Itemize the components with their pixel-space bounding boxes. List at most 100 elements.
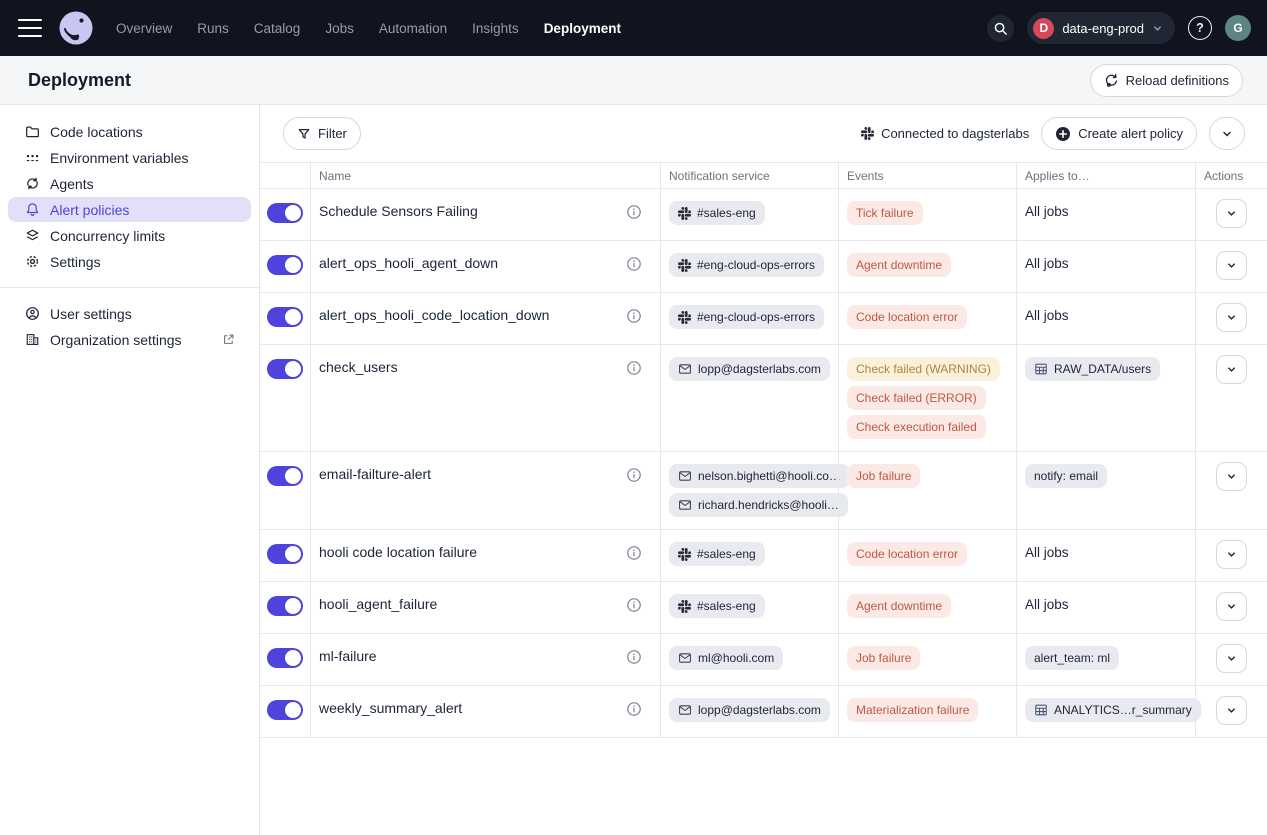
layers-icon [24,228,40,243]
external-link-icon [222,333,235,346]
chevron-down-icon [1221,128,1233,140]
row-actions-button[interactable] [1216,303,1247,332]
nav-item-runs[interactable]: Runs [197,21,229,36]
sidebar-item-user-settings[interactable]: User settings [8,301,251,326]
nav-item-overview[interactable]: Overview [116,21,172,36]
row-actions-button[interactable] [1216,592,1247,621]
nav-item-catalog[interactable]: Catalog [254,21,301,36]
email-icon [678,703,692,717]
row-actions-button[interactable] [1216,644,1247,673]
sidebar-item-organization-settings[interactable]: Organization settings [8,327,251,352]
alert-policies-table: Name Notification service Events Applies… [260,162,1267,738]
asset-chip: RAW_DATA/users [1025,357,1160,381]
folder-icon [24,124,40,139]
alert-enabled-toggle[interactable] [267,596,303,616]
alert-enabled-toggle[interactable] [267,359,303,379]
nav-item-deployment[interactable]: Deployment [544,21,621,36]
sidebar-item-environment-variables[interactable]: Environment variables [8,145,251,170]
user-icon [24,306,40,321]
applies-to-value: All jobs [1025,253,1069,271]
sidebar-item-label: Settings [50,254,101,270]
row-actions-button[interactable] [1216,696,1247,725]
alert-enabled-toggle[interactable] [267,203,303,223]
info-icon[interactable] [626,256,642,272]
search-icon [993,21,1008,36]
alert-policy-name: Schedule Sensors Failing [319,203,478,219]
alert-policy-name: hooli code location failure [319,544,477,560]
alert-enabled-toggle[interactable] [267,544,303,564]
notification-chip: lopp@dagsterlabs.com [669,357,830,381]
building-icon [24,332,40,347]
col-events: Events [838,163,1016,188]
alert-enabled-toggle[interactable] [267,466,303,486]
info-icon[interactable] [626,204,642,220]
alert-enabled-toggle[interactable] [267,307,303,327]
dagster-logo-icon[interactable] [58,10,94,46]
slack-icon [678,311,691,324]
create-alert-policy-button[interactable]: Create alert policy [1041,117,1197,150]
applies-to-value: All jobs [1025,594,1069,612]
sidebar-item-concurrency-limits[interactable]: Concurrency limits [8,223,251,248]
nav-item-jobs[interactable]: Jobs [325,21,354,36]
slack-icon [678,207,691,220]
event-chip: Tick failure [847,201,923,225]
agents-icon [24,176,40,191]
sidebar-item-alert-policies[interactable]: Alert policies [8,197,251,222]
alert-policy-name: ml-failure [319,648,377,664]
hamburger-menu-icon[interactable] [18,19,42,37]
plus-icon [1055,126,1071,142]
row-actions-button[interactable] [1216,355,1247,384]
org-badge: D [1033,18,1054,39]
info-icon[interactable] [626,360,642,376]
asset-chip: ANALYTICS…r_summary [1025,698,1201,722]
alert-enabled-toggle[interactable] [267,255,303,275]
top-nav: Overview Runs Catalog Jobs Automation Insight… [0,0,1267,56]
table-row: Schedule Sensors Failing #sales-eng Tick f… [260,189,1267,241]
info-icon[interactable] [626,701,642,717]
sidebar-item-settings[interactable]: Settings [8,249,251,274]
slack-icon [861,127,874,140]
nav-item-automation[interactable]: Automation [379,21,447,36]
notification-chip: lopp@dagsterlabs.com [669,698,830,722]
info-icon[interactable] [626,597,642,613]
table-row: weekly_summary_alert lopp@dagsterlabs.com… [260,686,1267,738]
notification-chip: #sales-eng [669,594,765,618]
filter-button[interactable]: Filter [283,117,361,150]
reload-definitions-button[interactable]: Reload definitions [1090,64,1243,97]
sidebar-item-agents[interactable]: Agents [8,171,251,196]
search-button[interactable] [987,15,1014,42]
notification-chip: #eng-cloud-ops-errors [669,305,824,329]
sidebar-divider [0,287,259,288]
email-icon [678,651,692,665]
info-icon[interactable] [626,545,642,561]
notification-chip: #sales-eng [669,201,765,225]
sidebar-item-code-locations[interactable]: Code locations [8,119,251,144]
info-icon[interactable] [626,649,642,665]
alert-enabled-toggle[interactable] [267,648,303,668]
email-icon [678,498,692,512]
event-chip: Check failed (ERROR) [847,386,986,410]
event-chip: Check execution failed [847,415,986,439]
notification-chip: nelson.bighetti@hooli.co… [669,464,850,488]
row-actions-button[interactable] [1216,540,1247,569]
info-icon[interactable] [626,467,642,483]
row-actions-button[interactable] [1216,462,1247,491]
help-button[interactable]: ? [1188,16,1212,40]
slack-icon [678,548,691,561]
alert-policy-name: hooli_agent_failure [319,596,437,612]
alert-policy-name: weekly_summary_alert [319,700,462,716]
email-icon [678,469,692,483]
info-icon[interactable] [626,308,642,324]
env-vars-icon [24,150,40,165]
col-notification-service: Notification service [660,163,838,188]
event-chip: Code location error [847,305,967,329]
event-chip: Agent downtime [847,253,951,277]
row-actions-button[interactable] [1216,251,1247,280]
more-actions-dropdown-button[interactable] [1209,117,1245,150]
org-switcher[interactable]: D data-eng-prod [1027,12,1175,44]
row-actions-button[interactable] [1216,199,1247,228]
alert-enabled-toggle[interactable] [267,700,303,720]
filter-icon [297,127,311,141]
user-avatar[interactable]: G [1225,15,1251,41]
nav-item-insights[interactable]: Insights [472,21,519,36]
